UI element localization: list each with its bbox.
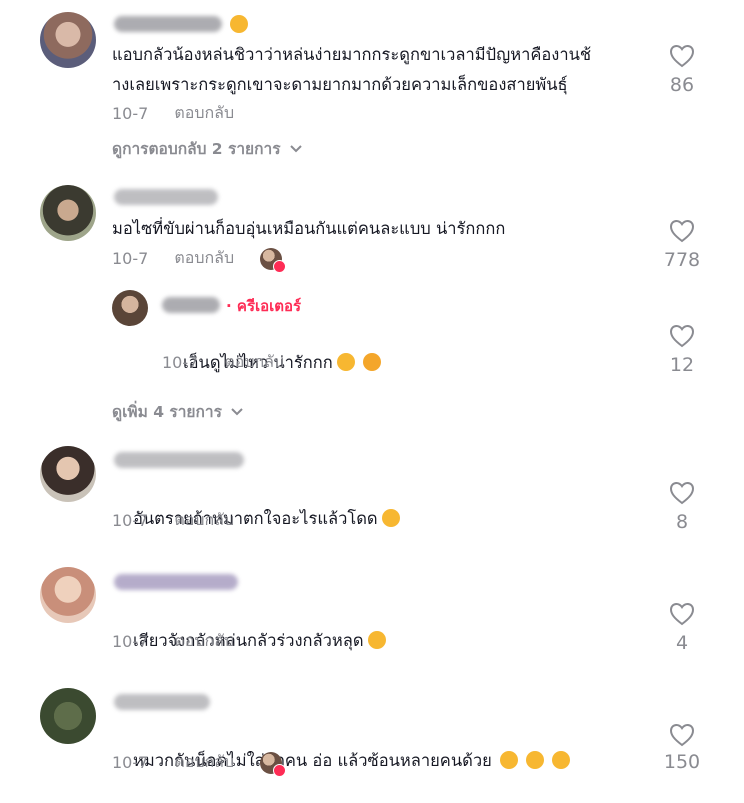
eye-roll-emoji-icon [381,509,400,527]
comment-meta: 10-7 ตอบกลับ [112,246,287,273]
creator-liked-avatar-icon [260,247,287,273]
like-button[interactable]: 778 [652,219,712,271]
avatar[interactable] [40,185,96,241]
smiling-hearts-emoji-icon [362,353,381,371]
like-button[interactable]: 8 [652,481,712,533]
username-blurred[interactable] [162,297,220,313]
heart-icon [669,723,695,747]
grin-emoji-icon [525,751,544,769]
heart-icon [669,324,695,348]
username-blurred[interactable] [114,16,222,32]
username-blurred[interactable] [114,694,210,710]
reply-meta: 10-7 ตอบกลับ [162,350,284,375]
avatar[interactable] [40,446,96,502]
chevron-down-icon [230,403,244,421]
heart-icon [669,219,695,243]
view-more-label: ดูเพิ่ม 4 รายการ [112,403,222,421]
like-count: 8 [675,511,689,533]
view-replies-label: ดูการตอบกลับ 2 รายการ [112,140,281,158]
comment-meta: 10-7 ตอบกลับ [112,101,234,126]
creator-label: · ครีเอเตอร์ [226,297,302,315]
like-button[interactable]: 86 [652,44,712,96]
heart-badge-icon [273,259,287,273]
comment-date: 10-7 [112,753,149,772]
avatar[interactable] [40,12,96,68]
reply-button[interactable]: ตอบกลับ [174,508,234,533]
chevron-down-icon [289,140,303,158]
avatar[interactable] [40,567,96,623]
username-blurred[interactable] [114,574,238,590]
like-count: 778 [663,249,701,271]
comment-date: 10-7 [112,104,149,123]
heart-icon [669,602,695,626]
like-button[interactable]: 4 [652,602,712,654]
heart-eyes-emoji-icon [336,353,355,371]
comment-meta: 10-7 ตอบกลับ [112,508,234,533]
reply-button[interactable]: ตอบกลับ [174,246,234,271]
reply-button[interactable]: ตอบกลับ [224,350,284,375]
reply-button[interactable]: ตอบกลับ [174,101,234,126]
like-button[interactable]: 150 [652,723,712,773]
comment-date: 10-7 [112,249,149,268]
like-button[interactable]: 12 [652,324,712,376]
view-more-replies-button[interactable]: ดูเพิ่ม 4 รายการ [112,399,244,424]
like-count: 86 [669,74,695,96]
reply-button[interactable]: ตอบกลับ [174,629,234,654]
comment-text-line2: างเลยเพราะกระดูกเขาจะดามยากมากด้วยความเล… [112,75,568,94]
tears-of-joy-emoji-icon [367,631,386,649]
username-blurred[interactable] [114,189,218,205]
comment-text: แอบกลัวน้องหล่นชิวาว่าหล่นง่ายมากกระดูกข… [112,45,592,64]
view-replies-button[interactable]: ดูการตอบกลับ 2 รายการ [112,136,303,161]
wink-emoji-icon [230,15,248,33]
comment-meta: 10-7 ตอบกลับ [112,750,287,777]
reply-date: 10-7 [162,353,199,372]
grin-emoji-icon [499,751,518,769]
grin-emoji-icon [551,751,570,769]
avatar[interactable] [40,688,96,744]
creator-liked-avatar-icon [260,751,287,777]
like-count: 4 [675,632,689,654]
comment-meta: 10-7 ตอบกลับ [112,629,234,654]
avatar[interactable] [112,290,148,326]
comment-date: 10-7 [112,511,149,530]
like-count: 150 [663,751,701,773]
heart-icon [669,44,695,68]
reply-button[interactable]: ตอบกลับ [174,750,234,775]
heart-icon [669,481,695,505]
comment-date: 10-7 [112,632,149,651]
username-blurred[interactable] [114,452,244,468]
comment-text: มอไซที่ขับผ่านก็อบอุ่นเหมือนกันแต่คนละแบ… [112,219,506,238]
heart-badge-icon [273,763,287,777]
like-count: 12 [669,354,695,376]
